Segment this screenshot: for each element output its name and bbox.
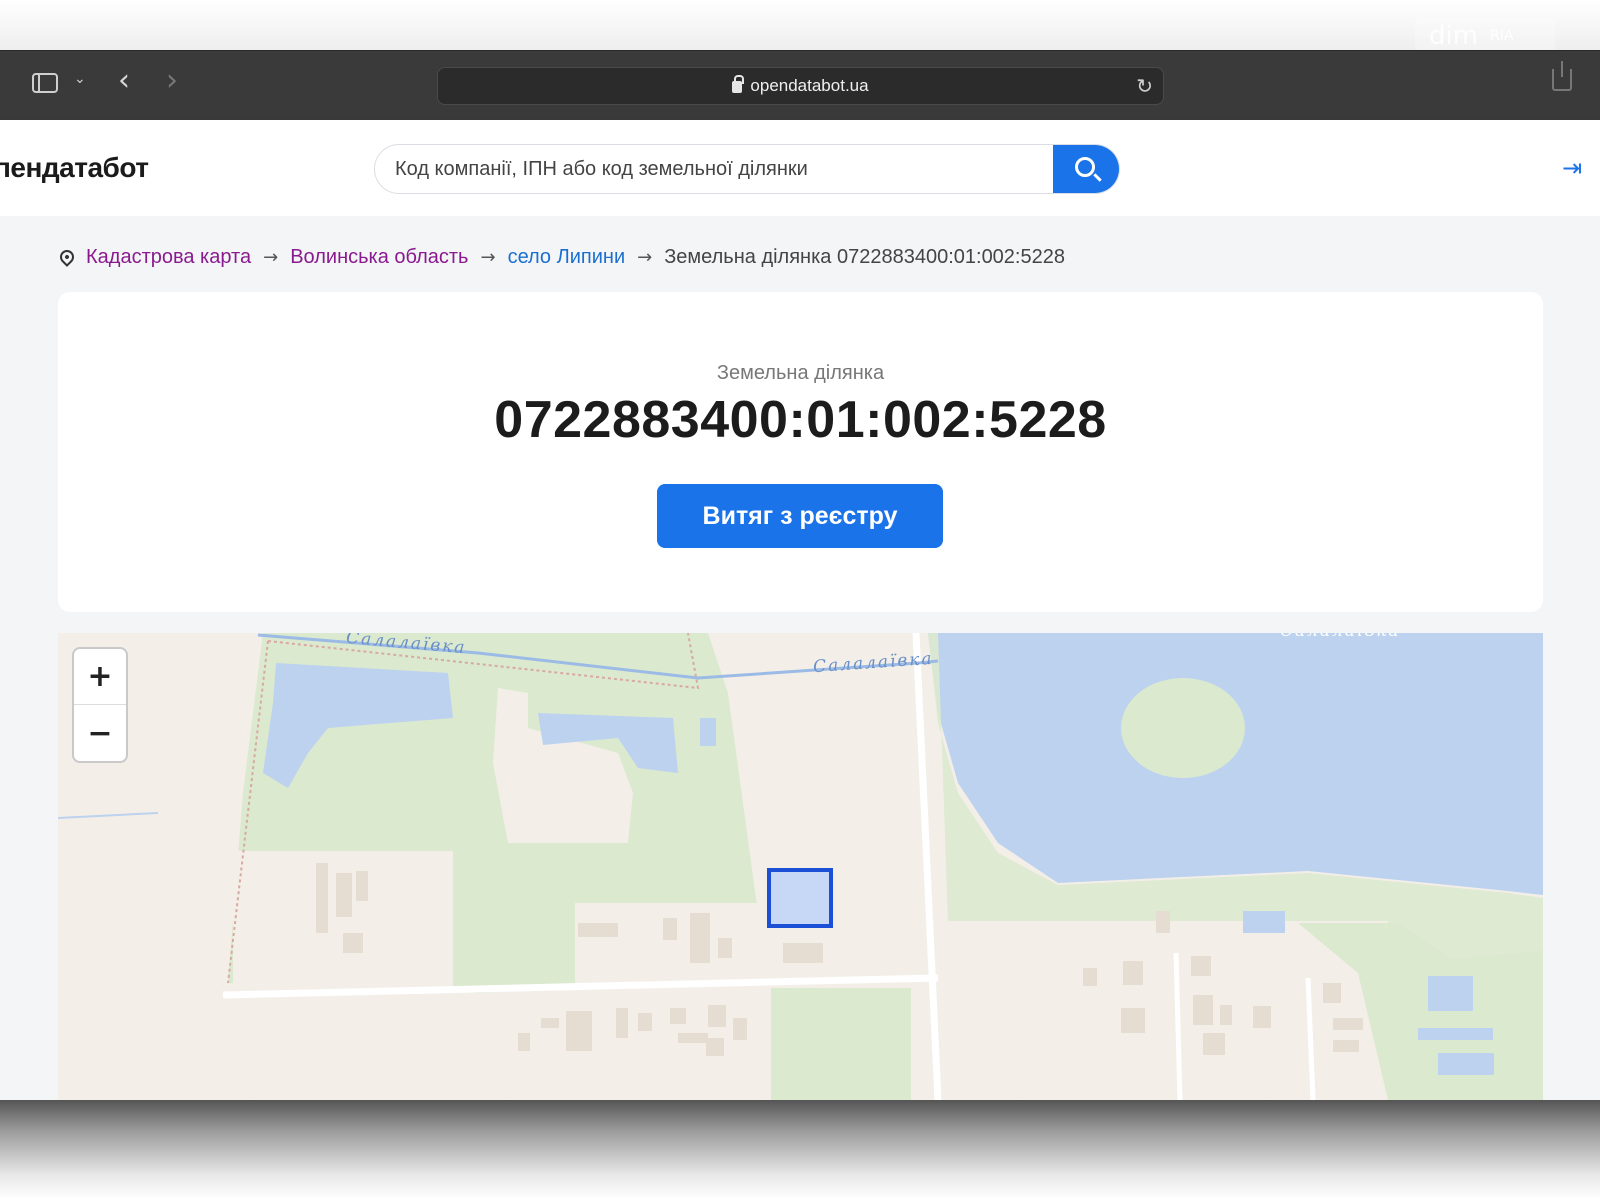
pin-icon [57, 247, 77, 267]
pond-left-3 [700, 718, 716, 746]
breadcrumb-link-village[interactable]: село Липини [508, 246, 626, 269]
search-button[interactable] [1053, 145, 1119, 193]
logo[interactable]: пендатабот [0, 152, 149, 184]
river-label: Салалаївка [1280, 633, 1401, 641]
lock-icon [732, 75, 745, 93]
watermark-subtext: RIA [1490, 28, 1514, 44]
reload-icon[interactable]: ↻ [1136, 74, 1153, 98]
road-vertical-1 [912, 633, 942, 1100]
zoom-control: + − [72, 647, 128, 763]
search-box [374, 144, 1120, 194]
arrow-right-icon: → [263, 246, 279, 268]
land-left-bottom [233, 851, 453, 991]
breadcrumb-current: Земельна ділянка 0722883400:01:002:5228 [664, 245, 1065, 268]
forward-icon[interactable]: › [166, 63, 178, 98]
lake-area [928, 633, 1543, 895]
parcel-subtitle: Земельна ділянка [716, 362, 885, 384]
photo-frame-bottom [0, 1100, 1600, 1200]
pond-right-3 [1438, 1053, 1494, 1075]
breadcrumb-link-region[interactable]: Волинська область [290, 246, 468, 269]
share-icon[interactable] [1552, 61, 1572, 91]
arrow-right-icon: → [480, 246, 496, 268]
breadcrumb: Кадастрова карта → Волинська область → с… [57, 242, 1065, 272]
photo-frame-top [0, 0, 1600, 50]
back-icon[interactable]: ‹ [118, 63, 130, 98]
zoom-in-button[interactable]: + [74, 649, 126, 705]
watermark-text: dim [1429, 21, 1479, 51]
search-icon [1075, 157, 1095, 177]
land-mid-bottom [575, 903, 765, 988]
road-left-edge [58, 812, 159, 819]
site-header: пендатабот ⇥ [0, 120, 1600, 216]
address-bar[interactable]: opendatabot.ua ↻ [437, 67, 1164, 105]
chevron-down-icon[interactable]: ⌄ [74, 71, 86, 87]
parcel-highlight [767, 868, 833, 928]
url-text: opendatabot.ua [750, 76, 869, 95]
search-input[interactable] [395, 145, 1035, 193]
sidebar-icon[interactable] [32, 73, 58, 93]
browser-toolbar: ⌄ ‹ › opendatabot.ua ↻ [0, 50, 1600, 120]
parcel-number: 0722883400:01:002:5228 [494, 391, 1107, 449]
registry-extract-button[interactable]: Витяг з реєстру [657, 484, 943, 548]
map-canvas [58, 633, 1543, 1100]
watermark: dim RIA [1415, 18, 1555, 54]
land-right-block [948, 921, 1388, 1100]
arrow-right-icon: → [637, 246, 653, 268]
parcel-card: Земельна ділянка 0722883400:01:002:5228 … [58, 292, 1543, 612]
pond-right-2 [1418, 1028, 1493, 1040]
cadastral-map[interactable]: Салалаївка Салалаївка Салалаївка + − [58, 633, 1543, 1100]
lake-island [1121, 678, 1245, 778]
pond-right-1 [1428, 976, 1473, 1011]
pond-small [1243, 911, 1285, 933]
login-icon[interactable]: ⇥ [1562, 154, 1582, 182]
breadcrumb-link-cadastral-map[interactable]: Кадастрова карта [86, 246, 251, 269]
park-bottom-center [771, 988, 911, 1100]
zoom-out-button[interactable]: − [74, 705, 126, 761]
